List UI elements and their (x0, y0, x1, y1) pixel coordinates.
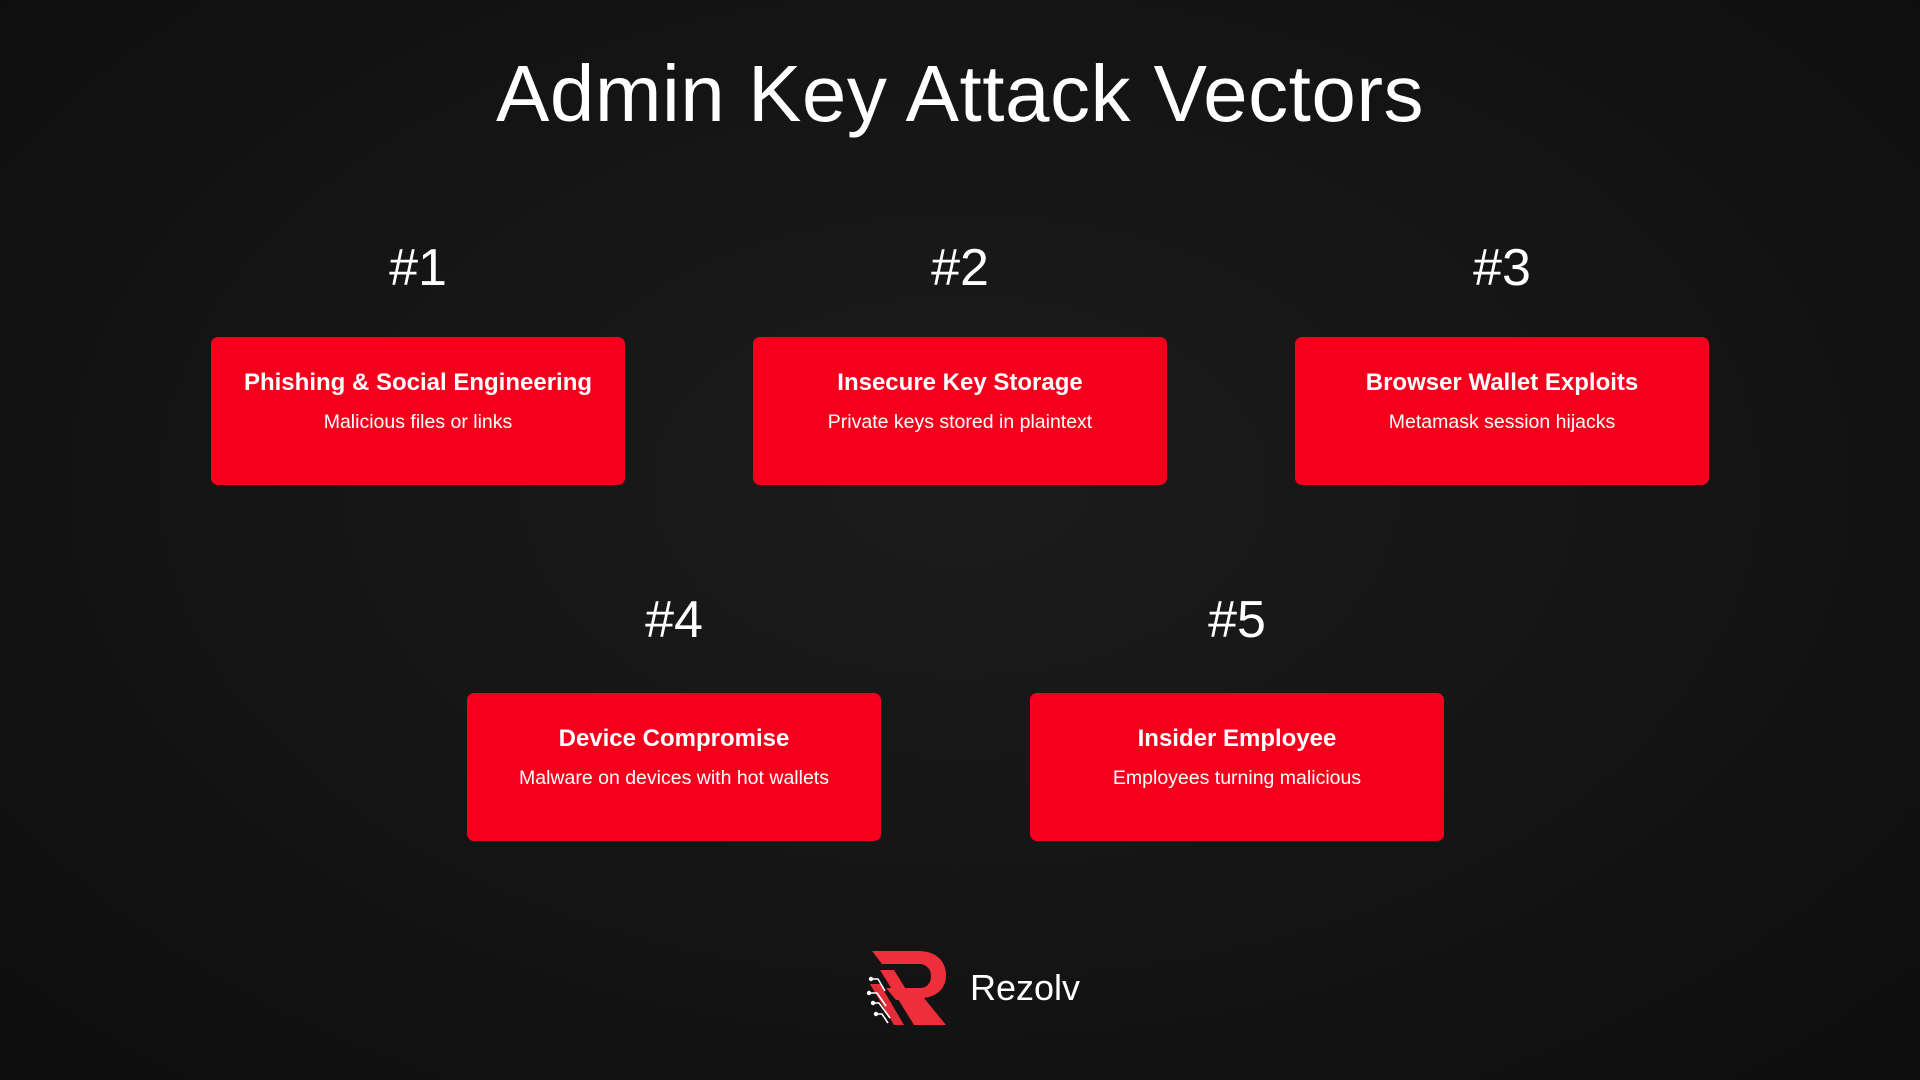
vector-description-3: Metamask session hijacks (1388, 410, 1616, 433)
vector-card-1: Phishing & Social Engineering Malicious … (211, 337, 625, 485)
brand-name: Rezolv (970, 967, 1081, 1008)
vector-number-5: #5 (1208, 591, 1266, 649)
vector-number-2: #2 (931, 239, 989, 297)
vector-title-5: Insider Employee (1137, 725, 1337, 752)
vector-card-3: Browser Wallet Exploits Metamask session… (1295, 337, 1709, 485)
vector-card-5: Insider Employee Employees turning malic… (1030, 693, 1444, 841)
vector-card-4: Device Compromise Malware on devices wit… (467, 693, 881, 841)
vector-title-2: Insecure Key Storage (837, 369, 1083, 396)
page-title: Admin Key Attack Vectors (496, 49, 1424, 138)
vector-description-4: Malware on devices with hot wallets (519, 766, 829, 789)
vector-description-1: Malicious files or links (323, 410, 513, 433)
vector-card-2: Insecure Key Storage Private keys stored… (753, 337, 1167, 485)
vector-title-3: Browser Wallet Exploits (1365, 369, 1639, 396)
vector-number-4: #4 (645, 591, 703, 649)
vector-title-4: Device Compromise (558, 725, 790, 752)
vector-number-3: #3 (1473, 239, 1531, 297)
vector-number-1: #1 (389, 239, 447, 297)
vector-description-5: Employees turning malicious (1112, 766, 1362, 789)
rezolv-r-logo-icon (866, 951, 946, 1025)
vector-title-1: Phishing & Social Engineering (243, 369, 593, 396)
vector-description-2: Private keys stored in plaintext (827, 410, 1093, 433)
